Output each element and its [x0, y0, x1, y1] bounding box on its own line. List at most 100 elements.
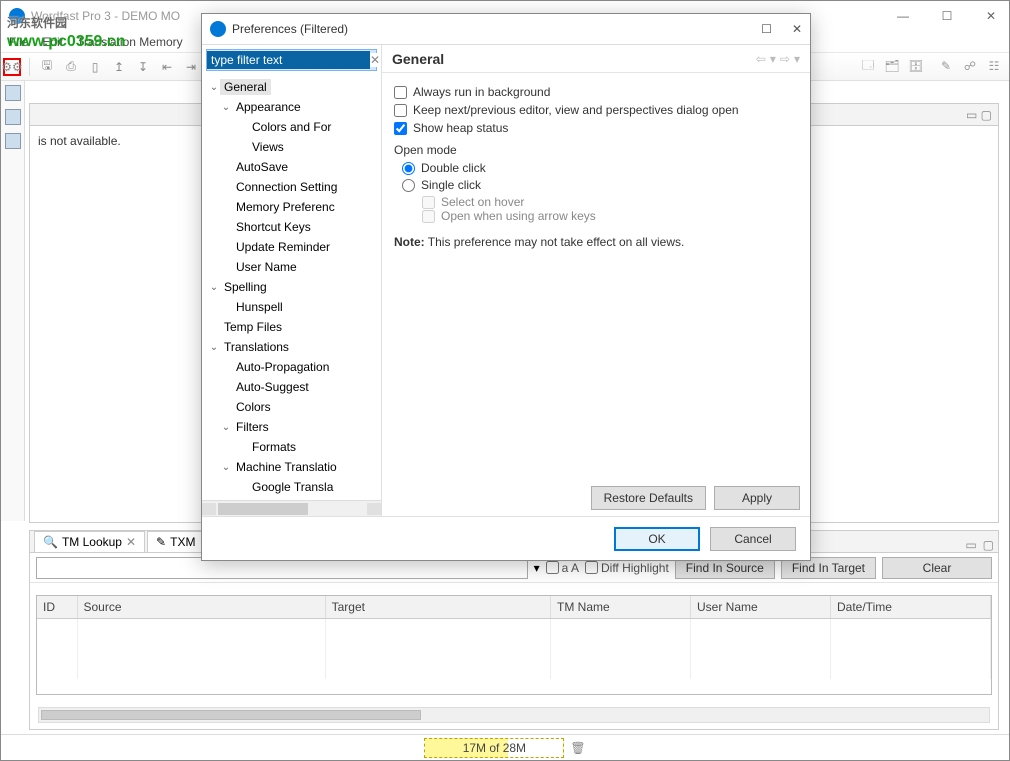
apply-button[interactable]: Apply	[714, 486, 800, 510]
dropdown-icon[interactable]: ▾	[534, 561, 540, 575]
main-maximize-button[interactable]: ☐	[937, 9, 957, 23]
col-date[interactable]: Date/Time	[831, 596, 991, 619]
side-icon[interactable]	[5, 85, 21, 101]
statusbar: 17M of 28M 🗑	[1, 734, 1009, 760]
preferences-button[interactable]: ⚙︎⚙︎	[3, 58, 21, 76]
main-title: Wordfast Pro 3 - DEMO MO	[31, 9, 180, 23]
main-minimize-button[interactable]: —	[893, 9, 913, 23]
toolbar-icon[interactable]: ↧	[134, 58, 152, 76]
tree-item[interactable]: Auto-Suggest	[204, 377, 381, 397]
check-select-hover: Select on hover	[422, 195, 798, 209]
side-icon[interactable]	[5, 109, 21, 125]
tree-item[interactable]: User Name	[204, 257, 381, 277]
restore-defaults-button[interactable]: Restore Defaults	[591, 486, 706, 510]
tree-item[interactable]: ⌄Spelling	[204, 277, 381, 297]
tree-item[interactable]: AutoSave	[204, 157, 381, 177]
tree-item[interactable]: ⌄Filters	[204, 417, 381, 437]
back-menu-icon[interactable]: ▾	[770, 52, 776, 66]
heap-status: 17M of 28M	[424, 738, 564, 758]
check-background[interactable]: Always run in background	[394, 85, 798, 99]
perspective-icon[interactable]: ☍	[961, 57, 979, 75]
toolbar-icon[interactable]: ⇤	[158, 58, 176, 76]
tab-icon: 🔍	[43, 535, 58, 549]
dialog-maximize-button[interactable]: ☐	[761, 22, 772, 36]
menu-edit[interactable]: Edit	[42, 35, 63, 49]
menu-tm[interactable]: Translation Memory	[77, 35, 183, 49]
tree-item[interactable]: ⌄General	[204, 77, 381, 97]
tree-item[interactable]: Update Reminder	[204, 237, 381, 257]
gc-trash-icon[interactable]: 🗑	[570, 741, 585, 755]
table-header-row: ID Source Target TM Name User Name Date/…	[37, 596, 991, 619]
forward-icon[interactable]: ⇨	[780, 52, 790, 66]
col-target[interactable]: Target	[325, 596, 550, 619]
check-heap-status[interactable]: Show heap status	[394, 121, 798, 135]
tab-tm-lookup[interactable]: 🔍 TM Lookup ✕	[34, 531, 145, 552]
note-text: Note: This preference may not take effec…	[394, 235, 798, 249]
main-close-button[interactable]: ✕	[981, 9, 1001, 23]
tab-txm[interactable]: ✎ TXM	[147, 531, 204, 552]
back-icon[interactable]: ⇦	[756, 52, 766, 66]
toolbar-icon[interactable]: ↥	[110, 58, 128, 76]
tree-hscroll[interactable]	[202, 500, 381, 516]
tree-item[interactable]: Shortcut Keys	[204, 217, 381, 237]
tree-item[interactable]: Temp Files	[204, 317, 381, 337]
tree-item[interactable]: ⌄Translations	[204, 337, 381, 357]
perspective-icon[interactable]: ✎	[937, 57, 955, 75]
filter-clear-icon[interactable]: ✕	[370, 53, 380, 67]
toolbar-right: 🗔 🗂 🗄 ✎ ☍ ☷	[859, 57, 1003, 75]
tree-item[interactable]: ⌄Machine Translatio	[204, 457, 381, 477]
perspective-icon[interactable]: ☷	[985, 57, 1003, 75]
filter-field[interactable]: ✕	[206, 49, 377, 71]
tab-close-icon[interactable]: ✕	[126, 535, 136, 549]
case-toggle[interactable]: a A	[546, 561, 579, 575]
results-grid: ID Source Target TM Name User Name Date/…	[36, 595, 992, 695]
preferences-nav: ✕ ⌄General⌄AppearanceColors and ForViews…	[202, 45, 382, 516]
content-body: Always run in background Keep next/previ…	[382, 73, 810, 480]
diff-toggle[interactable]: Diff Highlight	[585, 561, 669, 575]
tree-item[interactable]: Google Transla	[204, 477, 381, 497]
content-header: General ⇦ ▾ ⇨ ▾	[382, 45, 810, 73]
tree-item[interactable]: Auto-Propagation	[204, 357, 381, 377]
clear-button[interactable]: Clear	[882, 557, 992, 579]
col-user[interactable]: User Name	[691, 596, 831, 619]
cancel-button[interactable]: Cancel	[710, 527, 796, 551]
filter-input[interactable]	[207, 51, 370, 69]
preferences-tree[interactable]: ⌄General⌄AppearanceColors and ForViewsAu…	[202, 75, 381, 500]
tree-item[interactable]: Views	[204, 137, 381, 157]
menu-file[interactable]: File	[9, 35, 28, 49]
toolbar-icon[interactable]: ⇥	[182, 58, 200, 76]
tree-item[interactable]: ⌄Appearance	[204, 97, 381, 117]
tree-item[interactable]: Memory Preferenc	[204, 197, 381, 217]
dialog-titlebar: Preferences (Filtered) ☐ ✕	[202, 14, 810, 44]
toolbar-icon[interactable]: 🖫	[38, 58, 56, 76]
panel-max-icon[interactable]: ▢	[983, 538, 994, 552]
content-heading: General	[392, 51, 444, 67]
side-icon[interactable]	[5, 133, 21, 149]
panel-min-icon[interactable]: ▭	[965, 538, 976, 552]
perspective-icon[interactable]: 🗔	[859, 57, 877, 75]
horizontal-scrollbar[interactable]	[38, 707, 990, 723]
dialog-close-button[interactable]: ✕	[792, 22, 802, 36]
left-sidebar	[1, 81, 25, 521]
dialog-footer: OK Cancel	[202, 516, 810, 560]
tree-item[interactable]: Connection Setting	[204, 177, 381, 197]
editor-minmax[interactable]: ▭ ▢	[966, 108, 992, 122]
tree-item[interactable]: Formats	[204, 437, 381, 457]
col-source[interactable]: Source	[77, 596, 325, 619]
toolbar-icon[interactable]: ⎙	[62, 58, 80, 76]
radio-single-click[interactable]: Single click	[402, 178, 798, 192]
tree-item[interactable]: Colors and For	[204, 117, 381, 137]
dialog-title: Preferences (Filtered)	[232, 22, 348, 36]
radio-double-click[interactable]: Double click	[402, 161, 798, 175]
tree-item[interactable]: Colors	[204, 397, 381, 417]
forward-menu-icon[interactable]: ▾	[794, 52, 800, 66]
check-keep-dialog[interactable]: Keep next/previous editor, view and pers…	[394, 103, 798, 117]
perspective-icon[interactable]: 🗄	[907, 57, 925, 75]
tree-item[interactable]: Hunspell	[204, 297, 381, 317]
content-buttons: Restore Defaults Apply	[382, 480, 810, 516]
ok-button[interactable]: OK	[614, 527, 700, 551]
toolbar-icon[interactable]: ▯	[86, 58, 104, 76]
col-id[interactable]: ID	[37, 596, 77, 619]
perspective-icon[interactable]: 🗂	[883, 57, 901, 75]
col-tmname[interactable]: TM Name	[551, 596, 691, 619]
